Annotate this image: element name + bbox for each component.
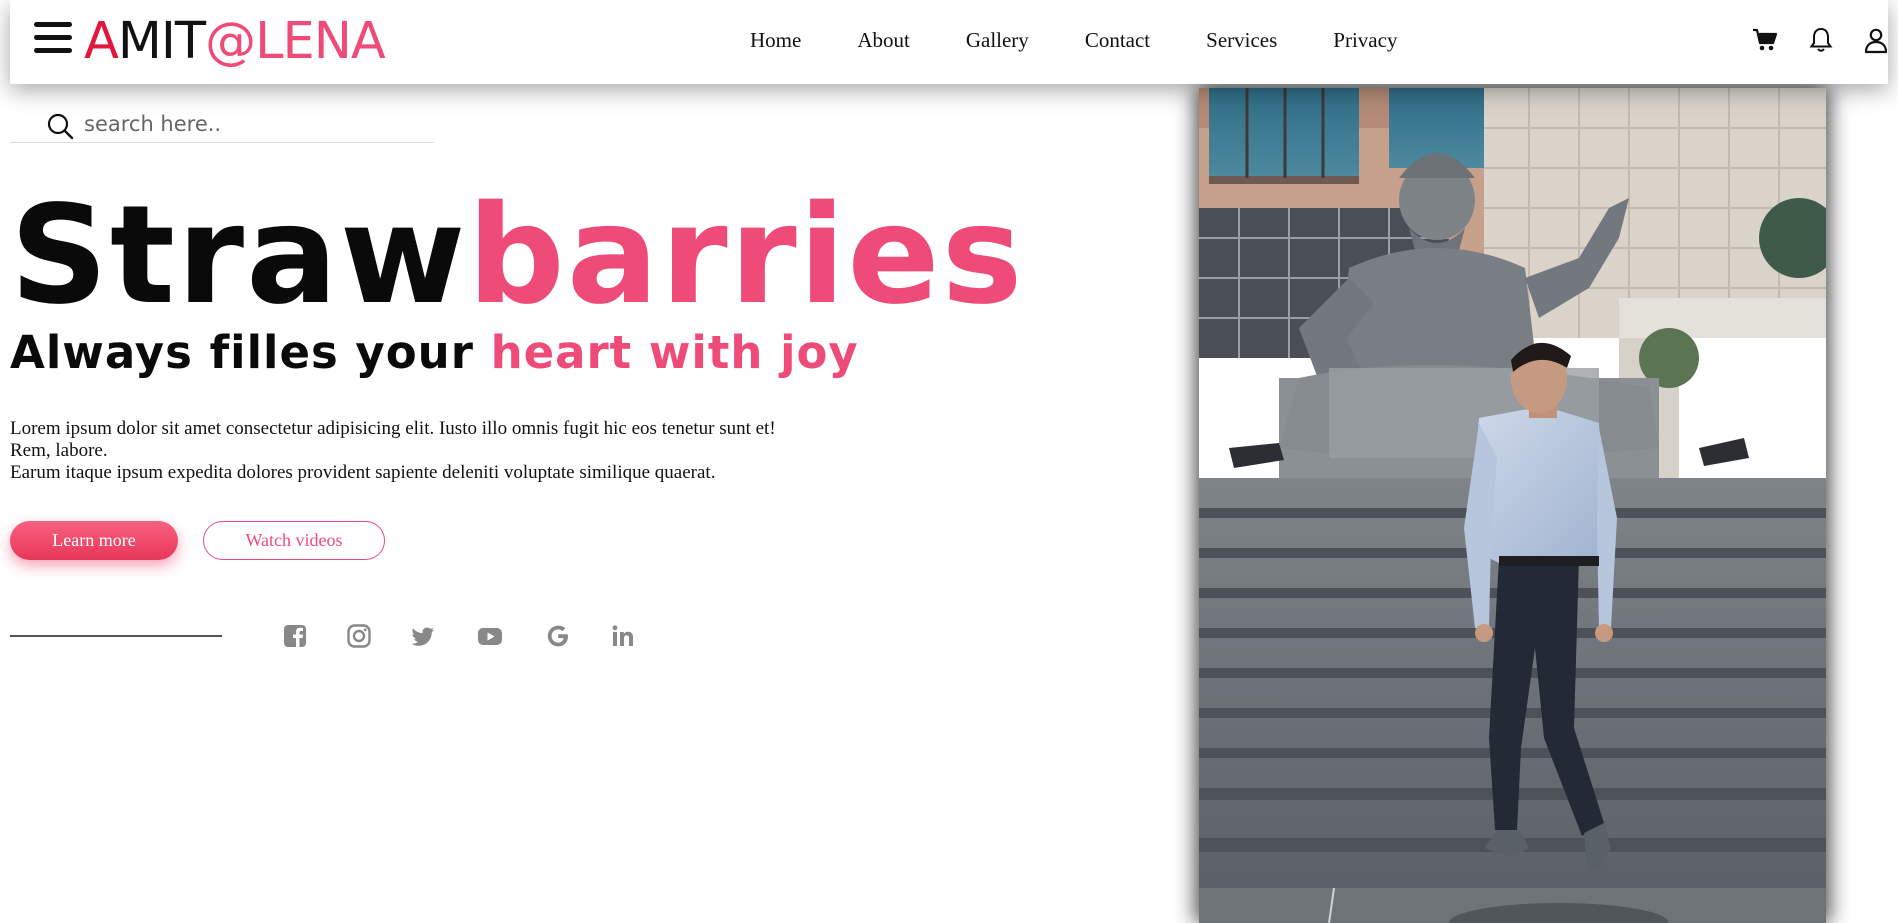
hero-title-part1: Straw	[10, 177, 468, 335]
paragraph-line: Earum itaque ipsum expedita dolores prov…	[10, 462, 716, 483]
brand-logo-part3: @LENA	[205, 12, 386, 71]
paragraph-line: Lorem ipsum dolor sit amet consectetur a…	[10, 418, 776, 439]
linkedin-icon[interactable]	[609, 622, 637, 650]
hero-subtitle-part1: Always filles your	[10, 326, 491, 379]
search-input[interactable]	[82, 108, 426, 140]
hamburger-menu-icon[interactable]	[34, 22, 72, 56]
nav-link-contact[interactable]: Contact	[1085, 28, 1150, 53]
top-navbar: AMIT@LENA Home About Gallery Contact Ser…	[10, 0, 1888, 84]
youtube-icon[interactable]	[476, 622, 504, 650]
nav-link-gallery[interactable]: Gallery	[966, 28, 1029, 53]
cart-icon[interactable]	[1751, 26, 1779, 54]
hero-title-part2: barries	[467, 177, 1025, 335]
nav-link-about[interactable]: About	[857, 28, 910, 53]
search-icon[interactable]	[46, 112, 74, 140]
nav-link-services[interactable]: Services	[1206, 28, 1277, 53]
hero-subtitle-part2: heart with joy	[490, 326, 859, 379]
hero-paragraph: Lorem ipsum dolor sit amet consectetur a…	[10, 418, 776, 484]
bell-icon[interactable]	[1807, 26, 1835, 54]
learn-more-button[interactable]: Learn more	[10, 521, 178, 560]
google-icon[interactable]	[544, 622, 572, 650]
nav-link-home[interactable]: Home	[750, 28, 801, 53]
user-icon[interactable]	[1862, 26, 1890, 54]
instagram-icon[interactable]	[345, 622, 373, 650]
brand-logo-part1: A	[84, 12, 119, 71]
brand-logo[interactable]: AMIT@LENA	[84, 12, 386, 72]
twitter-icon[interactable]	[409, 622, 437, 650]
hero-subtitle: Always filles your heart with joy	[10, 328, 859, 378]
hero-title: Strawbarries	[10, 188, 1025, 324]
hero-photo	[1199, 88, 1826, 923]
hero-photo-illustration	[1199, 88, 1826, 923]
brand-logo-part2: MIT	[117, 12, 206, 71]
main-nav: Home About Gallery Contact Services Priv…	[750, 28, 1453, 53]
social-divider	[10, 635, 222, 637]
facebook-icon[interactable]	[281, 622, 309, 650]
nav-link-privacy[interactable]: Privacy	[1333, 28, 1397, 53]
watch-videos-button[interactable]: Watch videos	[203, 521, 385, 560]
paragraph-line: Rem, labore.	[10, 440, 108, 461]
search-bar	[10, 102, 434, 143]
